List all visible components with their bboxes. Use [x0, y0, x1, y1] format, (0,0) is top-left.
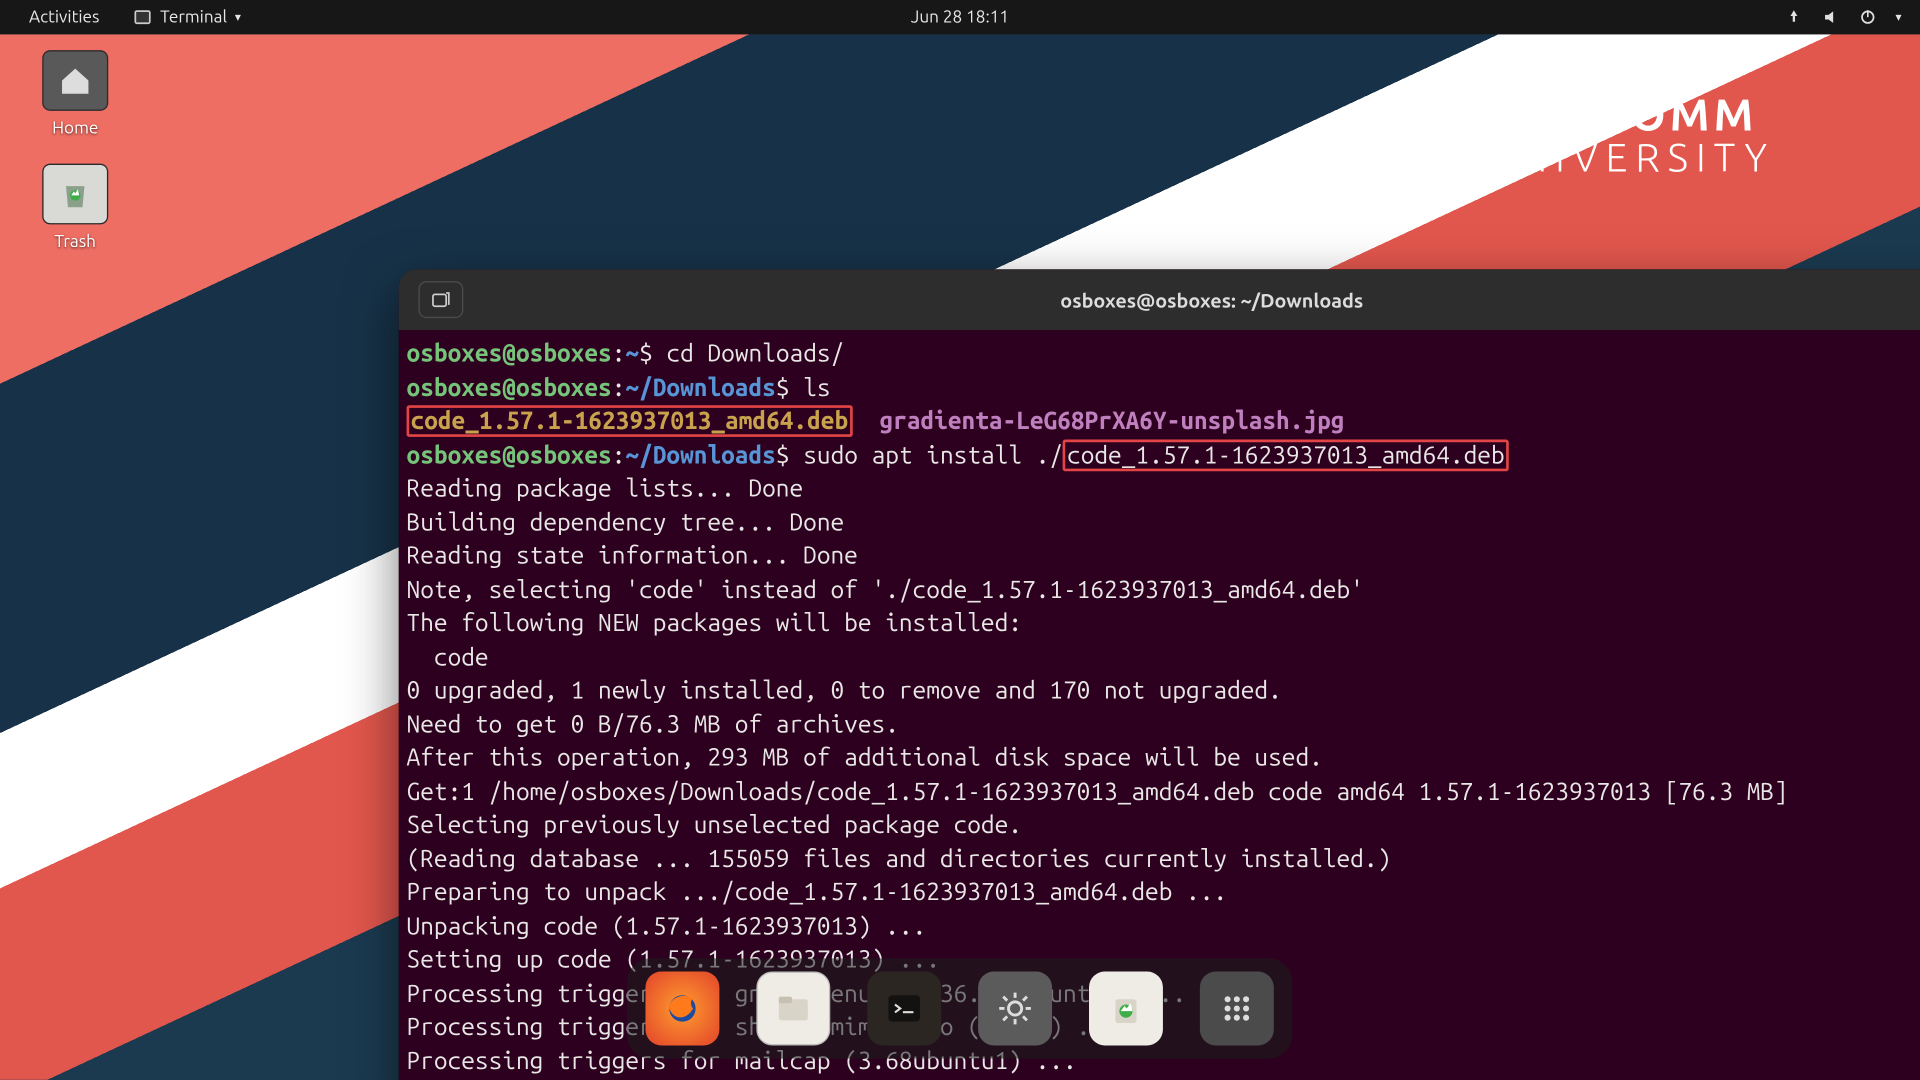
new-tab-button[interactable]: [418, 281, 463, 318]
desktop-trash-icon[interactable]: Trash: [29, 164, 121, 251]
brand-mark-icon: [1366, 95, 1453, 174]
activities-button[interactable]: Activities: [24, 3, 105, 32]
network-icon[interactable]: [1785, 8, 1803, 26]
chevron-down-icon: ▾: [235, 10, 241, 25]
highlighted-deb-file: code_1.57.1-1623937013_amd64.deb: [411, 408, 849, 434]
power-icon[interactable]: [1859, 8, 1877, 26]
dock-terminal[interactable]: [868, 972, 942, 1046]
chevron-down-icon[interactable]: ▾: [1895, 10, 1901, 25]
brand-line1: SEDICOMM: [1484, 92, 1774, 137]
volume-icon[interactable]: [1822, 8, 1840, 26]
app-menu[interactable]: Terminal ▾: [128, 3, 246, 32]
dock-trash[interactable]: [1089, 972, 1163, 1046]
dock-firefox[interactable]: [646, 972, 720, 1046]
highlighted-install-arg: code_1.57.1-1623937013_amd64.deb: [1067, 442, 1505, 468]
desktop-trash-label: Trash: [29, 232, 121, 250]
dock: [627, 959, 1292, 1059]
terminal-app-icon: [134, 8, 152, 26]
app-menu-label: Terminal: [160, 8, 227, 26]
dock-settings[interactable]: [978, 972, 1052, 1046]
dock-files[interactable]: [757, 972, 831, 1046]
clock[interactable]: Jun 28 18:11: [911, 8, 1009, 26]
brand-line2: UNIVERSITY: [1484, 137, 1774, 177]
terminal-title: osboxes@osboxes: ~/Downloads: [470, 288, 1920, 310]
desktop-home-label: Home: [29, 119, 121, 137]
terminal-titlebar[interactable]: osboxes@osboxes: ~/Downloads: [399, 269, 1920, 330]
dock-show-applications[interactable]: [1200, 972, 1274, 1046]
desktop-home-icon[interactable]: Home: [29, 50, 121, 137]
desktop-brand-logo: SEDICOMM UNIVERSITY: [1366, 92, 1775, 176]
ls-image-file: gradienta-LeG68PrXA6Y-unsplash.jpg: [879, 408, 1344, 434]
gnome-top-bar: Activities Terminal ▾ Jun 28 18:11 ▾: [0, 0, 1920, 34]
